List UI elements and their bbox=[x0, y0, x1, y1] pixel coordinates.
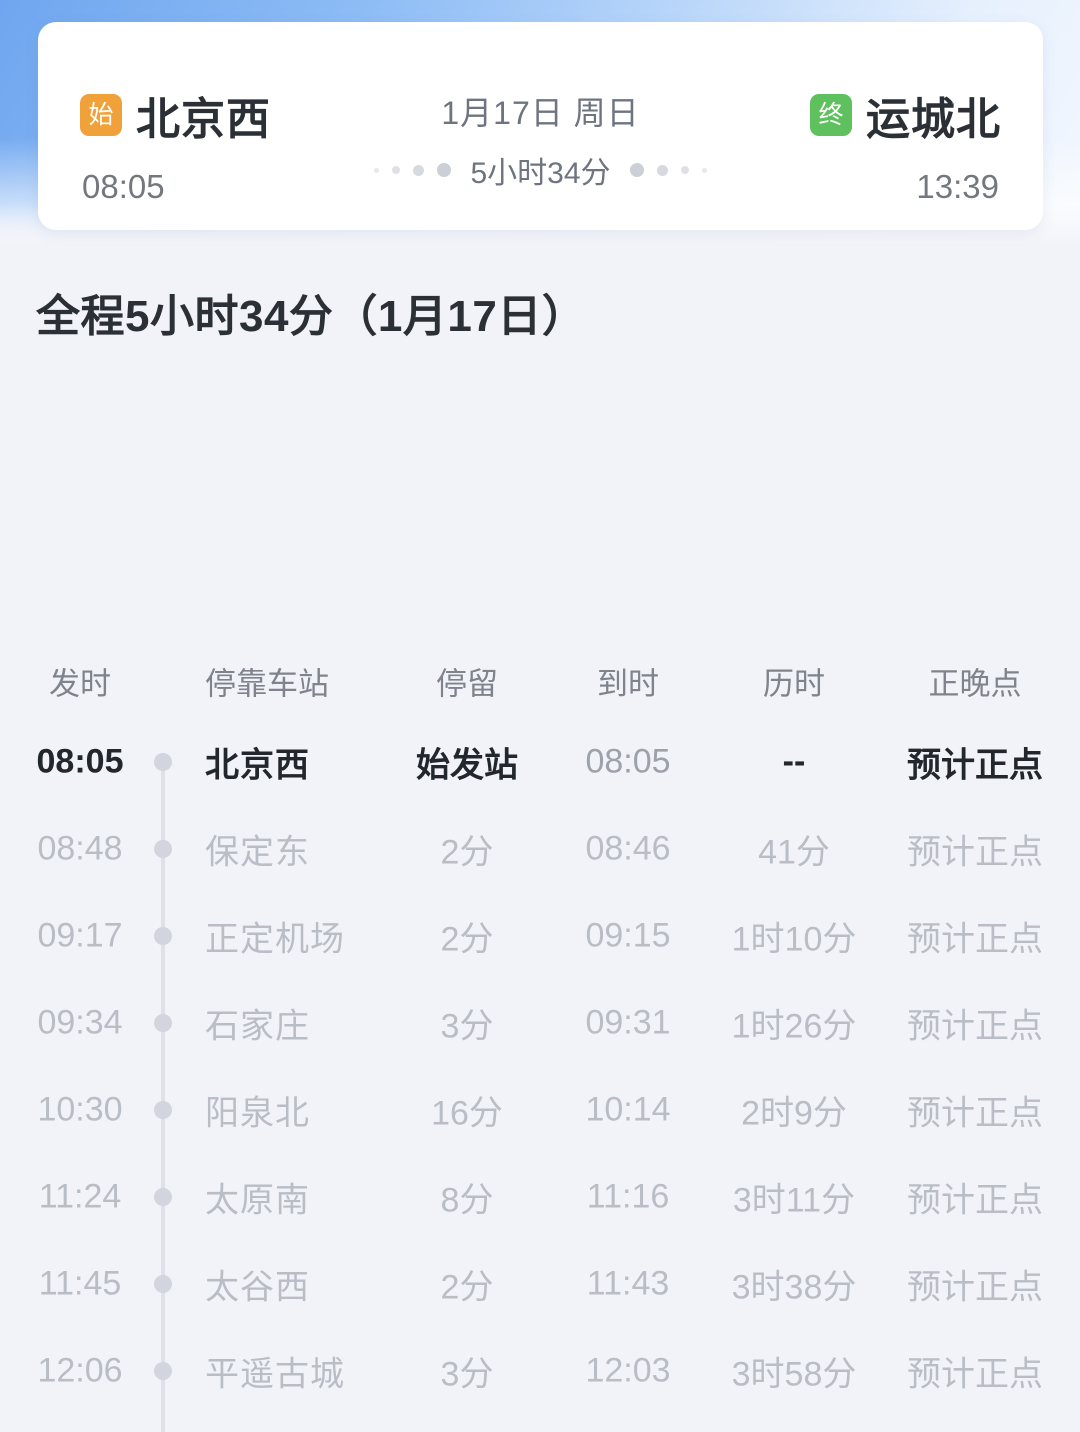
column-header-row: 发时 停靠车站 停留 到时 历时 正晚点 bbox=[0, 648, 1080, 714]
timeline-node-icon bbox=[154, 1187, 172, 1206]
stop-arrive-time: 09:31 bbox=[585, 1003, 671, 1041]
stop-station-name: 太原南 bbox=[205, 1181, 310, 1219]
stop-station-name: 石家庄 bbox=[205, 1007, 310, 1045]
origin-departure-time: 08:05 bbox=[82, 168, 165, 205]
trip-summary-card[interactable]: 始 北京西 终 运城北 1月17日 周日 5小时34分 08:05 13:39 bbox=[38, 22, 1043, 230]
stop-depart-time: 11:24 bbox=[38, 1177, 122, 1215]
column-header-station: 停靠车站 bbox=[205, 666, 329, 702]
timeline-node-icon bbox=[154, 926, 172, 945]
stop-station-name: 阳泉北 bbox=[205, 1094, 310, 1132]
stop-elapsed-time: 41分 bbox=[758, 833, 830, 871]
stop-elapsed-time: 3时58分 bbox=[731, 1355, 857, 1393]
column-header-status: 正晚点 bbox=[928, 666, 1022, 702]
stop-row[interactable]: 08:05 北京西 始发站 08:05 -- 预计正点 bbox=[0, 718, 1080, 805]
column-header-stop: 停留 bbox=[436, 666, 498, 702]
stop-station-name: 平遥古城 bbox=[205, 1355, 345, 1393]
stop-station-name: 北京西 bbox=[205, 746, 310, 784]
trip-date: 1月17日 周日 bbox=[441, 95, 640, 131]
stop-dwell-time: 3分 bbox=[440, 1007, 494, 1045]
stop-row[interactable]: 11:45 太谷西 2分 11:43 3时38分 预计正点 bbox=[0, 1240, 1080, 1327]
stop-depart-time: 08:48 bbox=[37, 829, 123, 867]
stop-arrive-time: 11:43 bbox=[586, 1264, 670, 1302]
stop-arrive-time: 08:46 bbox=[585, 829, 671, 867]
endpoint-times: 08:05 13:39 bbox=[38, 168, 1043, 214]
stop-punctuality-status: 预计正点 bbox=[907, 1094, 1043, 1132]
stop-depart-time: 12:06 bbox=[37, 1351, 123, 1389]
stop-elapsed-time: -- bbox=[782, 742, 806, 780]
stop-dwell-time: 16分 bbox=[431, 1094, 503, 1132]
stop-row[interactable]: 08:48 保定东 2分 08:46 41分 预计正点 bbox=[0, 805, 1080, 892]
stop-list-panel: 全程5小时34分（1月17日） 发时 停靠车站 停留 到时 历时 正晚点 08:… bbox=[0, 250, 1080, 1432]
stop-dwell-time: 2分 bbox=[440, 920, 494, 958]
destination-arrival-time: 13:39 bbox=[916, 168, 999, 205]
stop-arrive-time: 09:15 bbox=[585, 916, 671, 954]
stop-arrive-time: 11:16 bbox=[586, 1177, 670, 1215]
stop-row[interactable]: 10:30 阳泉北 16分 10:14 2时9分 预计正点 bbox=[0, 1066, 1080, 1153]
timeline-node-icon bbox=[154, 1013, 172, 1032]
timeline-node-icon bbox=[154, 1100, 172, 1119]
stop-depart-time: 11:45 bbox=[38, 1264, 122, 1302]
stop-elapsed-time: 2时9分 bbox=[741, 1094, 847, 1132]
stop-station-name: 保定东 bbox=[205, 833, 310, 871]
stop-row[interactable]: 09:17 正定机场 2分 09:15 1时10分 预计正点 bbox=[0, 892, 1080, 979]
stop-elapsed-time: 3时11分 bbox=[732, 1181, 856, 1219]
timeline-node-icon bbox=[154, 1274, 172, 1293]
timeline-node-icon bbox=[154, 839, 172, 858]
stop-arrive-time: 12:03 bbox=[585, 1351, 671, 1389]
stop-dwell-time: 始发站 bbox=[416, 746, 518, 784]
stop-dwell-time: 3分 bbox=[440, 1355, 494, 1393]
column-header-depart: 发时 bbox=[49, 666, 111, 702]
column-header-arrive: 到时 bbox=[597, 666, 659, 702]
column-header-elapsed: 历时 bbox=[763, 666, 825, 702]
stop-row[interactable]: 12:53临汾西3分12:504时45分预计正点 bbox=[0, 1414, 1080, 1432]
header-gradient-band: 始 北京西 终 运城北 1月17日 周日 5小时34分 08:05 13:39 bbox=[0, 0, 1080, 250]
stop-punctuality-status: 预计正点 bbox=[907, 746, 1043, 784]
stop-depart-time: 10:30 bbox=[37, 1090, 123, 1128]
stop-elapsed-time: 1时26分 bbox=[731, 1007, 857, 1045]
stop-dwell-time: 2分 bbox=[440, 1268, 494, 1306]
stop-punctuality-status: 预计正点 bbox=[907, 1181, 1043, 1219]
stop-punctuality-status: 预计正点 bbox=[907, 1007, 1043, 1045]
stop-elapsed-time: 1时10分 bbox=[731, 920, 857, 958]
stop-arrive-time: 10:14 bbox=[585, 1090, 671, 1128]
stop-row[interactable]: 12:06 平遥古城 3分 12:03 3时58分 预计正点 bbox=[0, 1327, 1080, 1414]
stop-punctuality-status: 预计正点 bbox=[907, 1355, 1043, 1393]
stop-depart-time: 09:34 bbox=[37, 1003, 123, 1041]
list-title: 全程5小时34分（1月17日） bbox=[36, 292, 587, 341]
stop-punctuality-status: 预计正点 bbox=[907, 1268, 1043, 1306]
stop-station-name: 太谷西 bbox=[205, 1268, 310, 1306]
stop-row[interactable]: 11:24 太原南 8分 11:16 3时11分 预计正点 bbox=[0, 1153, 1080, 1240]
stop-punctuality-status: 预计正点 bbox=[907, 833, 1043, 871]
stop-arrive-time: 08:05 bbox=[585, 742, 671, 780]
stop-dwell-time: 2分 bbox=[440, 833, 494, 871]
stop-dwell-time: 8分 bbox=[440, 1181, 494, 1219]
stop-station-name: 正定机场 bbox=[205, 920, 345, 958]
stop-row[interactable]: 09:34 石家庄 3分 09:31 1时26分 预计正点 bbox=[0, 979, 1080, 1066]
stop-depart-time: 09:17 bbox=[37, 916, 123, 954]
stop-depart-time: 08:05 bbox=[36, 742, 124, 780]
stop-punctuality-status: 预计正点 bbox=[907, 920, 1043, 958]
timeline-node-icon bbox=[154, 752, 172, 771]
timeline-node-icon bbox=[154, 1361, 172, 1380]
stop-elapsed-time: 3时38分 bbox=[731, 1268, 857, 1306]
